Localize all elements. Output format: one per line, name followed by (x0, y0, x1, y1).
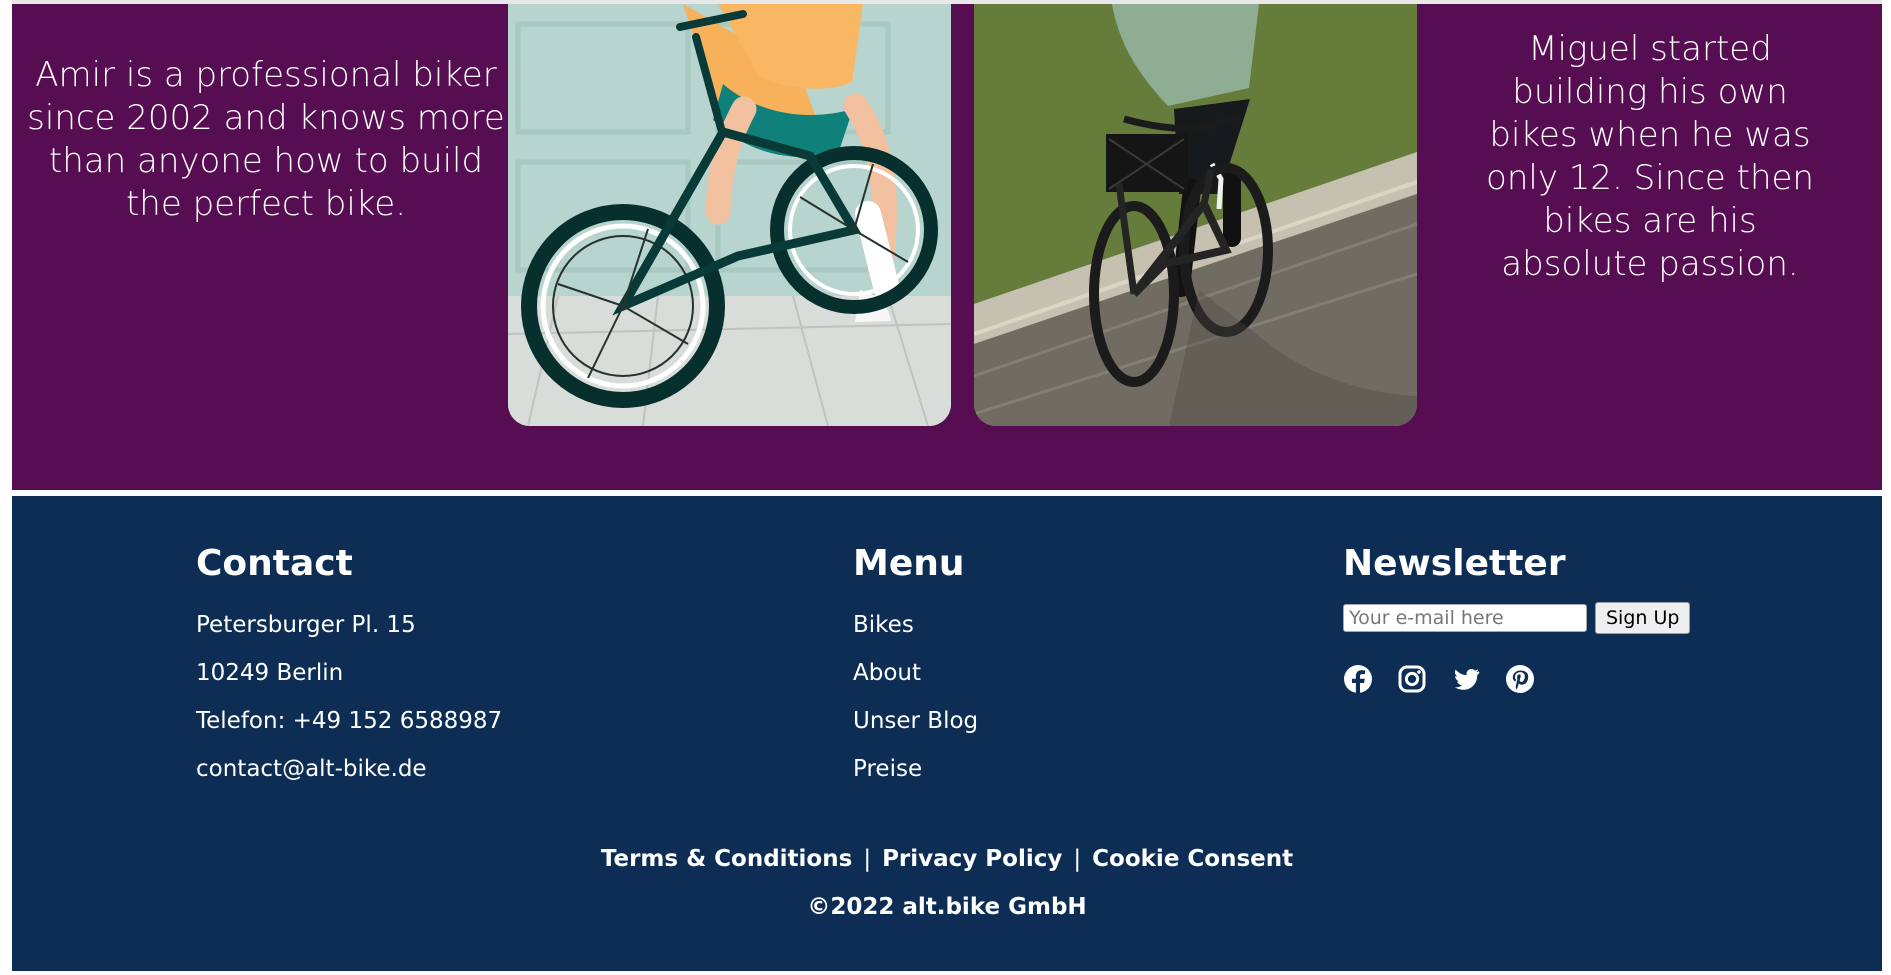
menu-item-bikes[interactable]: Bikes (853, 601, 1193, 649)
twitter-icon-graphic (1454, 668, 1480, 690)
menu-item-about[interactable]: About (853, 649, 1193, 697)
contact-heading: Contact (196, 543, 353, 584)
menu-item-blog[interactable]: Unser Blog (853, 697, 1193, 745)
newsletter-signup-button[interactable]: Sign Up (1595, 602, 1691, 634)
team-section: Amir Amir is a professional biker since … (12, 4, 1882, 490)
menu-column: Menu Bikes About Unser Blog Preise (853, 544, 1193, 793)
newsletter-column: Newsletter Sign Up (1343, 544, 1823, 696)
contact-phone: Telefon: +49 152 6588987 (196, 708, 503, 734)
instagram-icon[interactable] (1397, 664, 1427, 694)
bmx-bike-illustration (508, 4, 951, 426)
pinterest-icon-graphic (1506, 665, 1534, 693)
privacy-policy-link[interactable]: Privacy Policy (882, 846, 1062, 872)
terms-link[interactable]: Terms & Conditions (601, 846, 852, 872)
contact-street: Petersburger Pl. 15 (196, 612, 416, 638)
legal-separator-1: | (863, 846, 872, 872)
newsletter-email-input[interactable] (1343, 604, 1587, 632)
site-footer: Contact Petersburger Pl. 15 10249 Berlin… (12, 496, 1882, 971)
cookie-consent-link[interactable]: Cookie Consent (1092, 846, 1293, 872)
miguel-bio: Miguel started building his own bikes wh… (1486, 29, 1814, 284)
contact-email: contact@alt-bike.de (196, 756, 427, 782)
road-cycling-illustration (974, 4, 1417, 426)
contact-column: Contact Petersburger Pl. 15 10249 Berlin… (196, 544, 716, 793)
facebook-icon[interactable] (1343, 664, 1373, 694)
social-links (1343, 662, 1823, 696)
page: Amir Amir is a professional biker since … (0, 0, 1891, 975)
pinterest-icon[interactable] (1505, 664, 1535, 694)
menu-item-pricing[interactable]: Preise (853, 745, 1193, 793)
copyright-text: ©2022 alt.bike GmbH (807, 894, 1087, 920)
newsletter-heading: Newsletter (1343, 543, 1566, 584)
legal-separator-2: | (1073, 846, 1082, 872)
instagram-icon-graphic (1398, 665, 1426, 693)
road-cycling-photo (974, 4, 1417, 426)
amir-bio: Amir is a professional biker since 2002 … (27, 55, 505, 224)
team-member-name-amir: Amir (210, 4, 300, 12)
bmx-bike-photo (508, 4, 951, 426)
facebook-icon-graphic (1344, 665, 1372, 694)
contact-city: 10249 Berlin (196, 660, 344, 686)
menu-heading: Menu (853, 543, 965, 584)
twitter-icon[interactable] (1451, 664, 1481, 694)
newsletter-form: Sign Up (1343, 601, 1823, 635)
legal-links: Terms & Conditions | Privacy Policy | Co… (12, 844, 1882, 874)
